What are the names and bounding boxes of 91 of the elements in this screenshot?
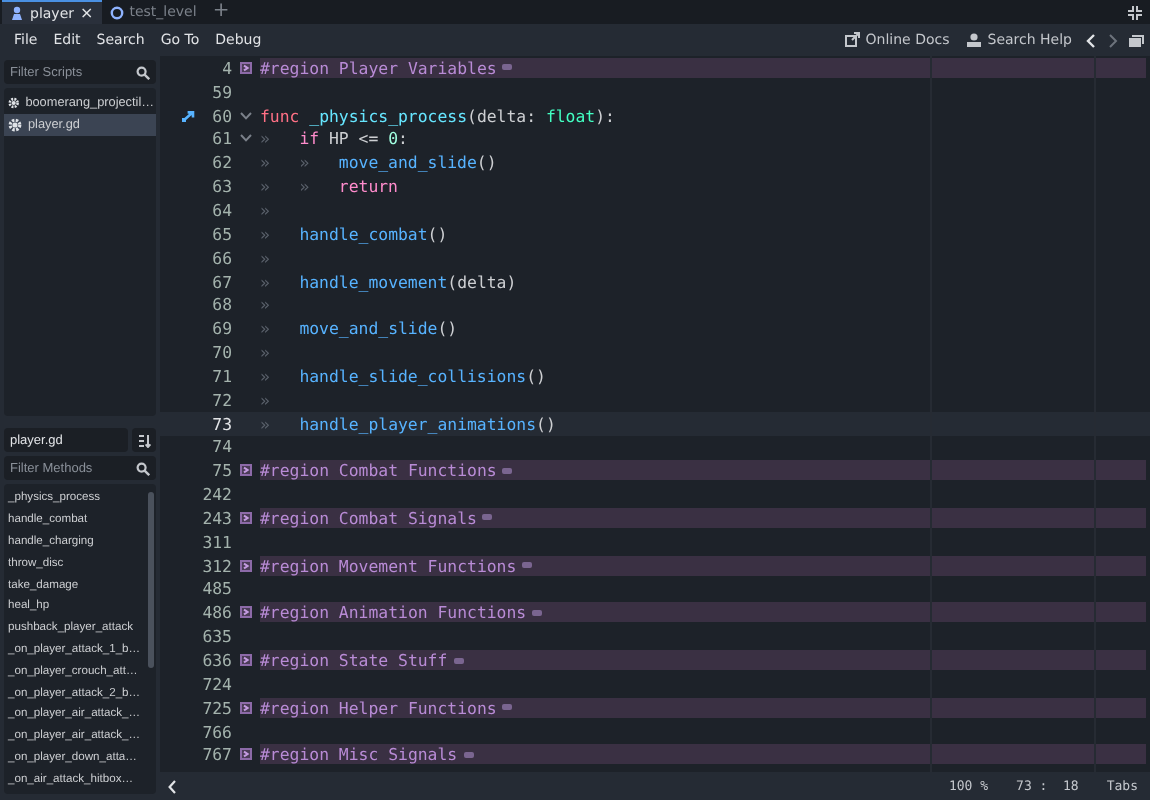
region-comment: #region Misc Signals: [260, 744, 458, 765]
tab-marker: »: [260, 247, 272, 268]
search-icon[interactable]: [136, 65, 150, 79]
ellipsis-icon[interactable]: [502, 467, 513, 474]
tab-marker: »: [260, 342, 272, 363]
line-number: 636: [200, 650, 232, 671]
sort-button[interactable]: [132, 428, 156, 452]
line-number: 66: [210, 247, 232, 268]
window-icon[interactable]: [1128, 33, 1144, 47]
tab-marker: »: [260, 176, 272, 197]
line-number: 68: [210, 294, 232, 315]
tab-marker: »: [260, 271, 272, 292]
line-number: 70: [210, 342, 232, 363]
tab-marker: »: [260, 223, 272, 244]
folded-region-icon[interactable]: [240, 701, 252, 714]
line-number: 65: [210, 223, 232, 244]
folded-region-icon[interactable]: [240, 606, 252, 619]
region-comment: #region Animation Functions: [260, 602, 527, 623]
tab-marker: »: [260, 128, 272, 149]
external-link-icon[interactable]: [843, 32, 860, 48]
line-number: 63: [210, 176, 232, 197]
ellipsis-icon[interactable]: [522, 562, 533, 569]
region-comment: #region State Stuff: [260, 650, 448, 671]
folded-region-icon[interactable]: [240, 654, 252, 667]
line-number: 69: [210, 318, 232, 339]
code-text: handle_combat(): [299, 223, 448, 244]
region-comment: #region Combat Functions: [260, 460, 497, 481]
ellipsis-icon[interactable]: [482, 514, 493, 521]
region-comment: #region Movement Functions: [260, 555, 517, 576]
line-number: 71: [210, 365, 232, 386]
code-text: move_and_slide(): [299, 318, 458, 339]
tab-marker: »: [260, 413, 272, 434]
code-text: handle_movement(delta): [299, 271, 517, 292]
person-icon: [10, 6, 24, 20]
line-number: 75: [210, 460, 232, 481]
tab-marker: »: [260, 199, 272, 220]
tab-marker: »: [299, 152, 312, 173]
ellipsis-icon[interactable]: [463, 751, 474, 758]
line-number: 766: [200, 721, 232, 742]
line-number: 485: [200, 578, 232, 599]
line-number: 635: [200, 626, 232, 647]
code-text: move_and_slide(): [338, 152, 497, 173]
tab-marker: »: [260, 389, 272, 410]
tab-marker: »: [260, 294, 272, 315]
line-number: 60: [210, 105, 232, 126]
line-number: 725: [200, 697, 232, 718]
line-number: 767: [200, 744, 232, 765]
line-number: 64: [210, 199, 232, 220]
line-number: 62: [210, 152, 232, 173]
tab-marker: »: [260, 318, 272, 339]
line-number: 243: [200, 507, 232, 528]
code-text: handle_slide_collisions(): [299, 365, 546, 386]
tab-marker: »: [260, 365, 272, 386]
ellipsis-icon[interactable]: [453, 657, 464, 664]
circle-icon: [109, 5, 124, 19]
tab-marker: »: [299, 176, 312, 197]
ellipsis-icon[interactable]: [502, 64, 513, 71]
sort-icon: [137, 433, 151, 447]
line-number: 486: [200, 602, 232, 623]
line-number: 724: [200, 673, 232, 694]
line-number: 61: [210, 128, 232, 149]
code-text: if HP <= 0:: [299, 128, 408, 149]
fullscreen-icon[interactable]: [1128, 5, 1142, 19]
folded-region-icon[interactable]: [240, 511, 252, 524]
folded-region-icon[interactable]: [240, 748, 252, 761]
close-icon[interactable]: ×: [80, 4, 94, 22]
line-number: 72: [210, 389, 232, 410]
search-icon[interactable]: [136, 461, 150, 475]
line-number: 74: [210, 436, 232, 457]
line-number: 73: [210, 413, 232, 434]
line-number: 311: [200, 531, 232, 552]
line-number: 312: [200, 555, 232, 576]
ellipsis-icon[interactable]: [532, 609, 543, 616]
ellipsis-icon[interactable]: [502, 704, 513, 711]
folded-region-icon[interactable]: [240, 559, 252, 572]
code-text: handle_player_animations(): [299, 413, 556, 434]
folded-region-icon[interactable]: [240, 464, 252, 477]
line-number: 67: [210, 271, 232, 292]
scroll-left-icon[interactable]: [168, 779, 176, 793]
code-text: return: [338, 176, 400, 197]
region-comment: #region Combat Signals: [260, 507, 477, 528]
region-comment: #region Player Variables: [260, 57, 497, 78]
tab-marker: »: [260, 152, 272, 173]
line-number: 242: [200, 484, 232, 505]
region-comment: #region Helper Functions: [260, 697, 497, 718]
new-tab-button[interactable]: +: [204, 2, 238, 22]
folded-region-icon[interactable]: [240, 61, 252, 74]
line-number: 59: [210, 81, 232, 102]
line-number: 4: [220, 57, 232, 78]
code-text: func _physics_process(delta: float):: [260, 105, 615, 126]
arrow-icon[interactable]: [182, 109, 196, 122]
